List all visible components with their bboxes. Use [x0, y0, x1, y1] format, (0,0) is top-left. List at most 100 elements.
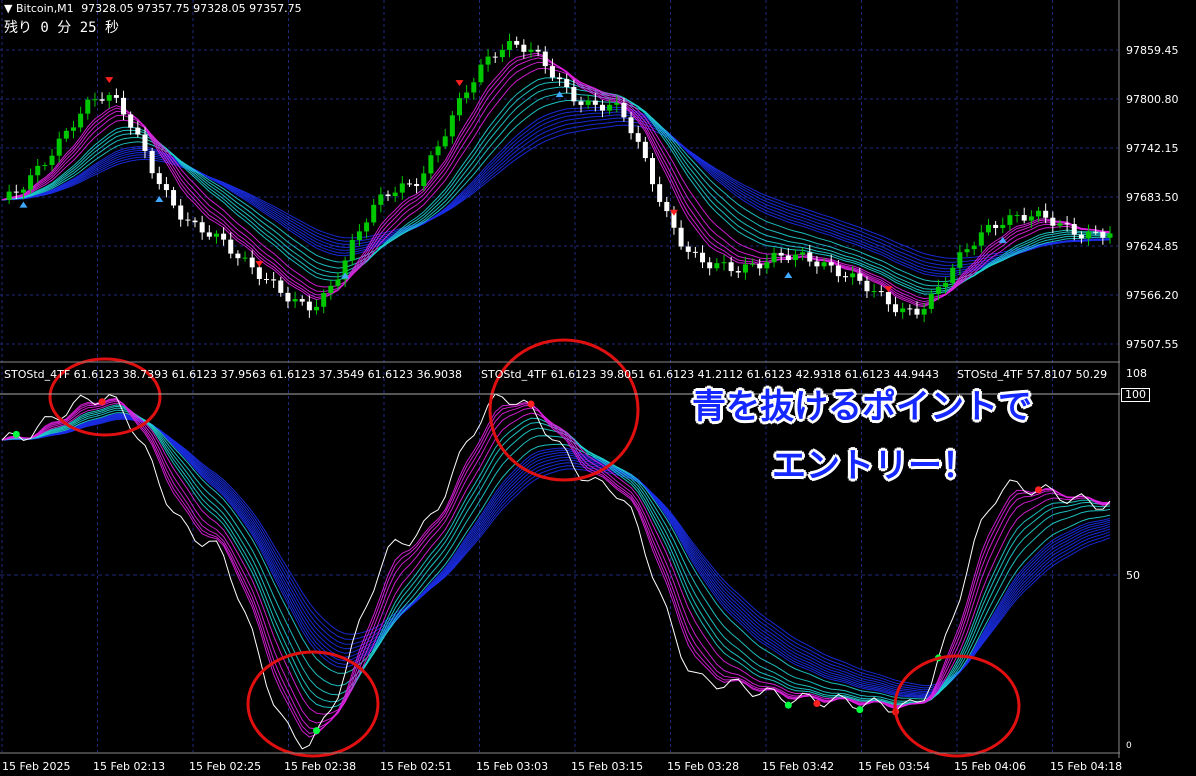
candle-bull [335, 279, 341, 286]
candle-bull [213, 233, 219, 237]
candle-bear [692, 251, 698, 253]
buy-arrow-icon [784, 272, 793, 279]
time-label: 15 Feb 04:06 [954, 760, 1027, 773]
osc-level-label: 50 [1126, 569, 1140, 582]
candle-bear [735, 271, 741, 273]
candle-bear [185, 219, 191, 221]
candle-bear [99, 99, 105, 101]
candle-bear [128, 114, 134, 128]
candle-bull [485, 56, 491, 65]
buy-arrow-icon [19, 201, 28, 208]
time-label: 15 Feb 03:28 [667, 760, 740, 773]
candle-bull [528, 49, 534, 52]
candle-bull [971, 245, 977, 250]
candle-bull [399, 183, 405, 193]
candle-bull [585, 100, 591, 105]
candle-bear [571, 87, 577, 102]
candle-bear [728, 262, 734, 272]
candle-bull [607, 104, 613, 111]
candle-bull [92, 99, 98, 101]
candle-bear [1043, 210, 1049, 218]
buy-dot-icon [856, 706, 864, 714]
candle-bull [349, 239, 355, 261]
candle-bear [785, 255, 791, 261]
candle-bear [406, 183, 412, 185]
candle-bull [364, 222, 370, 232]
time-label: 15 Feb 2025 [2, 760, 71, 773]
candle-bull [78, 113, 84, 128]
candle-bull [935, 286, 941, 294]
candle-bear [156, 173, 162, 185]
price-candles [6, 33, 1113, 323]
sell-arrow-icon [255, 260, 264, 267]
candle-bear [492, 56, 498, 58]
candle-bull [106, 95, 112, 101]
candle-bull [1036, 210, 1042, 217]
candle-bear [278, 280, 284, 293]
osc-level-label: 0 [1126, 741, 1132, 751]
candle-bear [249, 257, 255, 268]
candle-bear [843, 276, 849, 278]
price-label: 97800.80 [1126, 93, 1179, 106]
osc-level-label: 108 [1126, 367, 1147, 380]
candle-bear [1078, 234, 1084, 239]
candle-bear [299, 299, 305, 302]
candle-bear [206, 232, 212, 237]
sell-dot-icon [1035, 486, 1043, 494]
candle-bear [1100, 231, 1106, 238]
candle-bear [864, 280, 870, 292]
candle-bull [49, 155, 55, 166]
candle-bear [878, 291, 884, 293]
time-label: 15 Feb 03:42 [762, 760, 835, 773]
buy-dot-icon [12, 430, 20, 438]
candle-bear [914, 308, 920, 315]
price-ribbon-line [1, 117, 1111, 267]
candle-bear [192, 220, 198, 223]
candle-bull [900, 308, 906, 313]
oscillator-info-2: STOStd_4TF 61.6123 39.8051 61.6123 41.21… [481, 368, 940, 381]
price-label: 97624.85 [1126, 240, 1179, 253]
candle-bear [414, 184, 420, 186]
oscillator-info-1: STOStd_4TF 61.6123 38.7393 61.6123 37.95… [4, 368, 463, 381]
sell-dot-icon [98, 398, 106, 406]
candle-bull [371, 204, 377, 223]
candle-bear [828, 262, 834, 266]
candle-bear [592, 100, 598, 105]
candle-bear [993, 224, 999, 229]
candle-bull [20, 189, 26, 193]
price-ribbon-line [1, 120, 1111, 263]
candle-bear [171, 190, 177, 206]
ohlc-values: 97328.05 97357.75 97328.05 97357.75 [81, 2, 302, 15]
sell-arrow-icon [105, 77, 114, 84]
candle-bear [121, 97, 127, 115]
candle-bull [478, 64, 484, 83]
candle-bull [70, 127, 76, 131]
candle-bear [235, 253, 241, 259]
candle-bull [921, 308, 927, 315]
annotation-line-2: エントリー！ [772, 446, 976, 486]
price-label: 97742.15 [1126, 142, 1179, 155]
time-label: 15 Feb 03:15 [571, 760, 644, 773]
candle-bull [378, 194, 384, 205]
candle-bull [435, 146, 441, 156]
candle-bear [542, 51, 548, 67]
buy-dot-icon [313, 727, 321, 735]
candle-bear [385, 194, 391, 197]
candle-bear [535, 49, 541, 52]
collapse-triangle-icon[interactable]: ▼ [4, 2, 12, 15]
candle-bull [871, 291, 877, 293]
candle-bear [700, 252, 706, 263]
time-label: 15 Feb 02:38 [284, 760, 357, 773]
candle-bull [464, 92, 470, 99]
candle-bear [893, 304, 899, 313]
candle-bear [857, 273, 863, 281]
candle-bull [614, 103, 620, 105]
candle-bear [650, 158, 656, 185]
candle-bear [628, 117, 634, 134]
candle-bear [1093, 231, 1099, 233]
candle-bull [928, 293, 934, 309]
candle-bear [178, 205, 184, 220]
candle-bull [750, 263, 756, 265]
candle-bull [356, 231, 362, 240]
candle-bear [807, 252, 813, 262]
